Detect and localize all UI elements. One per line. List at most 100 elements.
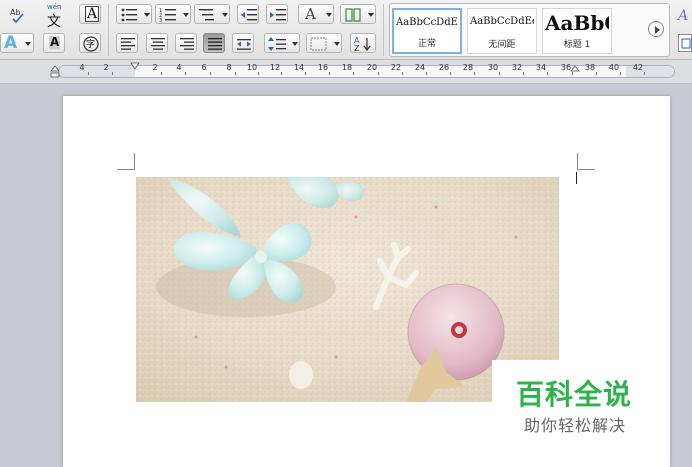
ruler-number: 32 [511, 63, 523, 72]
align-center-button[interactable] [146, 33, 168, 53]
ruler-number: 4 [79, 63, 85, 72]
style-pane-button[interactable]: A [676, 4, 692, 28]
numbering-button[interactable]: 1 2 3 [155, 4, 191, 24]
phonetic-pinyin: wén [47, 3, 62, 11]
line-spacing-button[interactable] [264, 33, 300, 53]
chevron-down-icon [183, 13, 189, 17]
indent-icon [270, 9, 286, 21]
ruler-left-margin [59, 66, 135, 77]
ruler-tick [450, 72, 451, 75]
chevron-right-icon [655, 26, 660, 34]
styles-next-button[interactable] [648, 21, 664, 37]
svg-text:Ab: Ab [10, 8, 21, 17]
style-sample: AaBbCcDdEe [396, 17, 458, 28]
distributed-align-button[interactable] [232, 33, 254, 53]
borders-button[interactable] [306, 33, 342, 53]
ruler-tick [305, 72, 306, 75]
style-name: 正常 [417, 39, 436, 49]
sort-az-button[interactable]: A Z [350, 33, 376, 53]
chevron-down-icon [25, 42, 31, 46]
crop-mark [117, 169, 135, 170]
outdent-icon [241, 9, 257, 21]
enclose-characters-button[interactable]: 字 [79, 33, 101, 53]
ruler-tick [210, 72, 211, 75]
pane-icon [681, 38, 691, 49]
separator [108, 4, 109, 56]
svg-text:3: 3 [159, 18, 162, 24]
justify-icon [208, 38, 222, 50]
right-indent-marker-icon[interactable] [570, 63, 580, 73]
sort-glyph: A [305, 5, 316, 23]
crop-mark [577, 169, 595, 170]
ruler-number: 40 [608, 63, 620, 72]
ruler-tick [258, 72, 259, 75]
style-sample: AaBbC [545, 11, 609, 35]
ruler-number: 24 [414, 63, 426, 72]
style-name: 无间距 [488, 40, 516, 50]
align-right-button[interactable] [175, 33, 197, 53]
left-indent-marker-icon[interactable] [50, 63, 60, 83]
ruler-number: 26 [438, 63, 450, 72]
style-normal[interactable]: AaBbCcDdEe 正常 [392, 8, 462, 54]
first-line-indent-marker-icon[interactable] [130, 62, 140, 72]
ruler-number: 6 [201, 63, 207, 72]
text-effects-button[interactable]: A [0, 33, 34, 53]
ruler-number: 8 [226, 63, 232, 72]
ruler-tick [499, 72, 500, 75]
increase-indent-button[interactable] [266, 4, 288, 24]
phonetic-char: 文 [47, 14, 61, 30]
crop-mark [577, 153, 578, 170]
justify-button[interactable] [203, 33, 225, 53]
style-no-spacing[interactable]: AaBbCcDdEe 无间距 [467, 8, 537, 54]
spelling-check-button[interactable]: Ab [6, 4, 28, 24]
ruler-tick [88, 72, 89, 75]
align-left-button[interactable] [116, 33, 138, 53]
character-shading-button[interactable]: A [43, 33, 65, 53]
style-name: 标题 1 [563, 40, 591, 50]
chevron-down-icon [368, 13, 374, 17]
ruler-tick [112, 72, 113, 75]
ribbon-toolbar: Ab wén 文 A 1 2 3 A A A 字 A Z AaBbCcDdEe … [0, 0, 692, 60]
ruler-number: 2 [103, 63, 109, 72]
bullets-button[interactable] [116, 4, 152, 24]
ruler-tick [474, 72, 475, 75]
ruler-tick [620, 72, 621, 75]
ruler-tick [596, 72, 597, 75]
ruler-tick [402, 72, 403, 75]
svg-text:Z: Z [354, 44, 360, 53]
spellcheck-icon: Ab [10, 8, 24, 24]
ruler-tick [161, 72, 162, 75]
ruler-tick [547, 72, 548, 75]
horizontal-ruler[interactable]: 4 2 2 4 6 8 10 12 14 16 18 20 22 24 26 28 30 32 34 36 38 40 42 [0, 60, 692, 84]
character-border-button[interactable]: A [79, 4, 101, 24]
ruler-number: 10 [246, 63, 258, 72]
svg-text:A: A [676, 8, 688, 24]
chevron-down-icon [334, 42, 340, 46]
style-sample: AaBbCcDdEe [470, 16, 534, 27]
multilevel-list-button[interactable] [194, 4, 230, 24]
text-effects-glyph: A [4, 33, 18, 53]
ruler-number: 12 [269, 63, 281, 72]
ruler-tick [426, 72, 427, 75]
align-center-icon [151, 38, 165, 50]
text-cursor [576, 172, 577, 184]
chevron-down-icon [292, 42, 298, 46]
styles-pane-toggle[interactable] [678, 34, 692, 52]
decrease-indent-button[interactable] [237, 4, 259, 24]
columns-button[interactable] [340, 4, 376, 24]
ruler-number: 14 [293, 63, 305, 72]
align-right-icon [180, 38, 194, 50]
ruler-tick [523, 72, 524, 75]
char-shading-glyph: A [49, 35, 61, 49]
ruler-tick [185, 72, 186, 75]
sort-button[interactable]: A [298, 4, 334, 24]
enclose-glyph: 字 [86, 40, 96, 50]
sort-az-icon: A Z [354, 36, 371, 53]
ruler-tick [281, 72, 282, 75]
phonetic-guide-button[interactable]: wén 文 [42, 3, 66, 30]
chevron-down-icon [222, 13, 228, 17]
ruler-number: 30 [487, 63, 499, 72]
ruler-number: 18 [341, 63, 353, 72]
ruler-number: 20 [366, 63, 378, 72]
style-heading-1[interactable]: AaBbC 标题 1 [542, 8, 612, 54]
